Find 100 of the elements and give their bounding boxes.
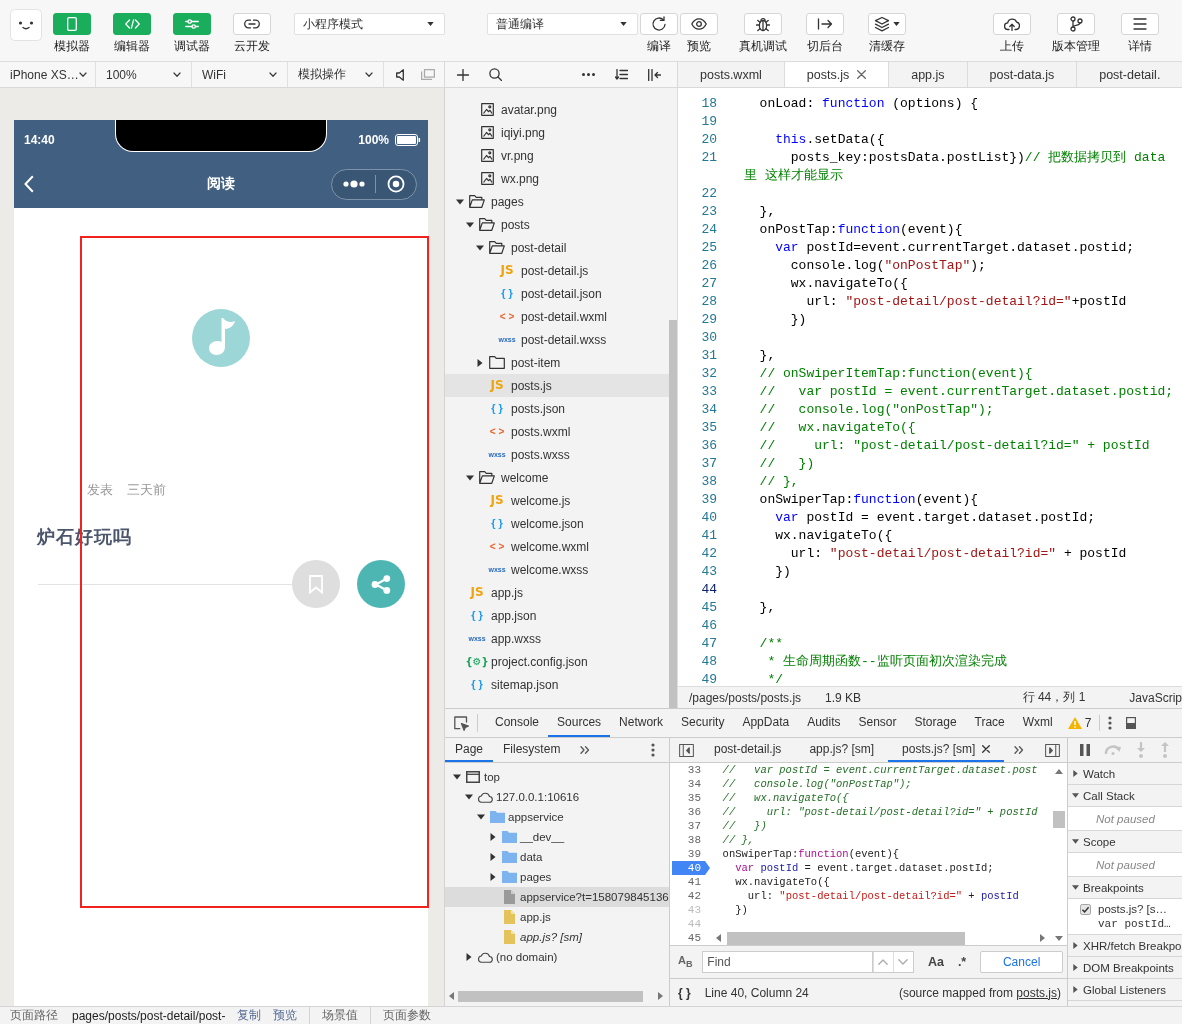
- caret-down-icon[interactable]: [477, 813, 485, 821]
- close-icon[interactable]: [857, 70, 867, 79]
- scroll-right-icon[interactable]: [658, 992, 663, 1000]
- file-item[interactable]: < > posts.wxml: [445, 420, 669, 443]
- editor-toggle[interactable]: [113, 13, 151, 35]
- folder-item[interactable]: post-detail: [445, 236, 669, 259]
- caret-down-icon[interactable]: [466, 473, 474, 482]
- pause-button[interactable]: [1080, 744, 1090, 756]
- caret-right-icon[interactable]: [489, 873, 497, 881]
- dock-icon[interactable]: [1126, 717, 1137, 729]
- scroll-right-icon[interactable]: [1040, 934, 1045, 942]
- compile-mode-select[interactable]: 普通编译: [487, 13, 638, 35]
- devtools-tab[interactable]: Security: [672, 709, 734, 737]
- match-case-toggle[interactable]: Aa: [927, 955, 944, 969]
- more-options-icon[interactable]: [1108, 716, 1113, 730]
- devtools-tab[interactable]: Storage: [905, 709, 966, 737]
- file-item[interactable]: vr.png: [445, 144, 669, 167]
- settings-select[interactable]: 100%: [96, 62, 192, 87]
- editor-tab[interactable]: post-detail.: [1077, 62, 1182, 87]
- tree-file-item[interactable]: appservice?t=158079845136: [445, 887, 669, 907]
- back-icon[interactable]: [24, 175, 34, 193]
- folder-item[interactable]: welcome: [445, 466, 669, 489]
- simulator-toggle[interactable]: [53, 13, 91, 35]
- line-number[interactable]: 45: [687, 932, 710, 944]
- devtools-tab[interactable]: Trace: [965, 709, 1014, 737]
- ellipsis-icon[interactable]: [582, 73, 595, 76]
- section-header[interactable]: XHR/fetch Breakpo: [1068, 935, 1182, 957]
- caret-down-icon[interactable]: [456, 197, 464, 206]
- navigator-tab[interactable]: Filesystem: [493, 738, 571, 762]
- line-number[interactable]: 37: [687, 820, 710, 832]
- file-item[interactable]: JS welcome.js: [445, 489, 669, 512]
- caret-right-icon[interactable]: [489, 853, 497, 861]
- breakpoint-location[interactable]: posts.js? [s…: [1098, 901, 1171, 917]
- avatar-icon[interactable]: [10, 9, 42, 41]
- line-number[interactable]: 38: [687, 834, 710, 846]
- caret-down-icon[interactable]: [466, 220, 474, 229]
- file-item[interactable]: JS app.js: [445, 581, 669, 604]
- remote-debug-button[interactable]: [744, 13, 782, 35]
- scrollbar-thumb[interactable]: [1053, 811, 1065, 828]
- page-params-button[interactable]: 页面参数: [383, 1007, 432, 1024]
- preview-button[interactable]: [680, 13, 718, 35]
- tree-folder-item[interactable]: appservice: [445, 807, 669, 827]
- scroll-up-icon[interactable]: [1055, 769, 1063, 774]
- speaker-icon[interactable]: [396, 68, 406, 81]
- scroll-left-icon[interactable]: [449, 992, 454, 1000]
- devtools-tab[interactable]: Wxml: [1013, 709, 1062, 737]
- section-header[interactable]: DOM Breakpoints: [1068, 957, 1182, 979]
- clear-cache-button[interactable]: [868, 13, 906, 35]
- devtools-tab[interactable]: AppData: [733, 709, 799, 737]
- line-number[interactable]: 36: [687, 806, 710, 818]
- scroll-down-icon[interactable]: [1055, 936, 1063, 941]
- folder-item[interactable]: post-item: [445, 351, 669, 374]
- devtools-tab[interactable]: Audits: [798, 709, 850, 737]
- settings-select[interactable]: WiFi: [192, 62, 288, 87]
- upload-button[interactable]: [993, 13, 1031, 35]
- file-item[interactable]: { } posts.json: [445, 397, 669, 420]
- tree-folder-item[interactable]: data: [445, 847, 669, 867]
- settings-select[interactable]: 模拟操作: [288, 62, 384, 87]
- folder-item[interactable]: pages: [445, 190, 669, 213]
- close-icon[interactable]: [982, 745, 991, 753]
- plus-icon[interactable]: [457, 68, 469, 81]
- scene-button[interactable]: 场景值: [322, 1007, 359, 1024]
- compile-button[interactable]: [640, 13, 678, 35]
- file-item[interactable]: wx.png: [445, 167, 669, 190]
- mode-select[interactable]: 小程序模式: [294, 13, 445, 35]
- editor-tab[interactable]: app.js: [889, 62, 968, 87]
- editor-tab[interactable]: posts.wxml: [678, 62, 785, 87]
- cancel-button[interactable]: Cancel: [980, 951, 1063, 973]
- cloud-dev-button[interactable]: [233, 13, 271, 35]
- settings-select[interactable]: iPhone XS…: [0, 62, 96, 87]
- caret-right-icon[interactable]: [476, 358, 484, 367]
- tree-file-item[interactable]: app.js? [sm]: [445, 927, 669, 947]
- sidebar-toggle-icon[interactable]: [1045, 743, 1060, 757]
- devtools-tab[interactable]: Sensor: [849, 709, 906, 737]
- file-item[interactable]: < > post-detail.wxml: [445, 305, 669, 328]
- details-button[interactable]: [1121, 13, 1159, 35]
- file-item[interactable]: { } welcome.json: [445, 512, 669, 535]
- tree-folder-item[interactable]: 127.0.0.1:10616: [445, 787, 669, 807]
- file-tab[interactable]: app.js? [sm]: [795, 738, 889, 762]
- editor-tab[interactable]: post-data.js: [967, 62, 1078, 87]
- line-number[interactable]: 39: [687, 848, 710, 860]
- file-item[interactable]: JS post-detail.js: [445, 259, 669, 282]
- warning-count[interactable]: 7: [1084, 716, 1092, 730]
- caret-down-icon[interactable]: [465, 793, 473, 801]
- scrollbar-thumb[interactable]: [669, 320, 677, 708]
- caret-right-icon[interactable]: [489, 833, 497, 841]
- line-number[interactable]: 33: [687, 764, 710, 776]
- sidebar-toggle-icon[interactable]: [679, 743, 694, 757]
- file-tab[interactable]: post-detail.js: [700, 738, 796, 762]
- scrollbar-thumb[interactable]: [458, 990, 643, 1002]
- file-item[interactable]: {⚙} project.config.json: [445, 650, 669, 673]
- devtools-tab[interactable]: Network: [610, 709, 673, 737]
- regex-toggle[interactable]: .*: [957, 955, 967, 969]
- version-button[interactable]: [1057, 13, 1095, 35]
- line-number[interactable]: 42: [687, 890, 710, 902]
- caret-down-icon[interactable]: [476, 243, 484, 252]
- line-number[interactable]: 34: [687, 778, 710, 790]
- devtools-tab[interactable]: Console: [486, 709, 549, 737]
- more-tabs-icon[interactable]: [580, 746, 591, 754]
- scroll-left-icon[interactable]: [716, 934, 721, 942]
